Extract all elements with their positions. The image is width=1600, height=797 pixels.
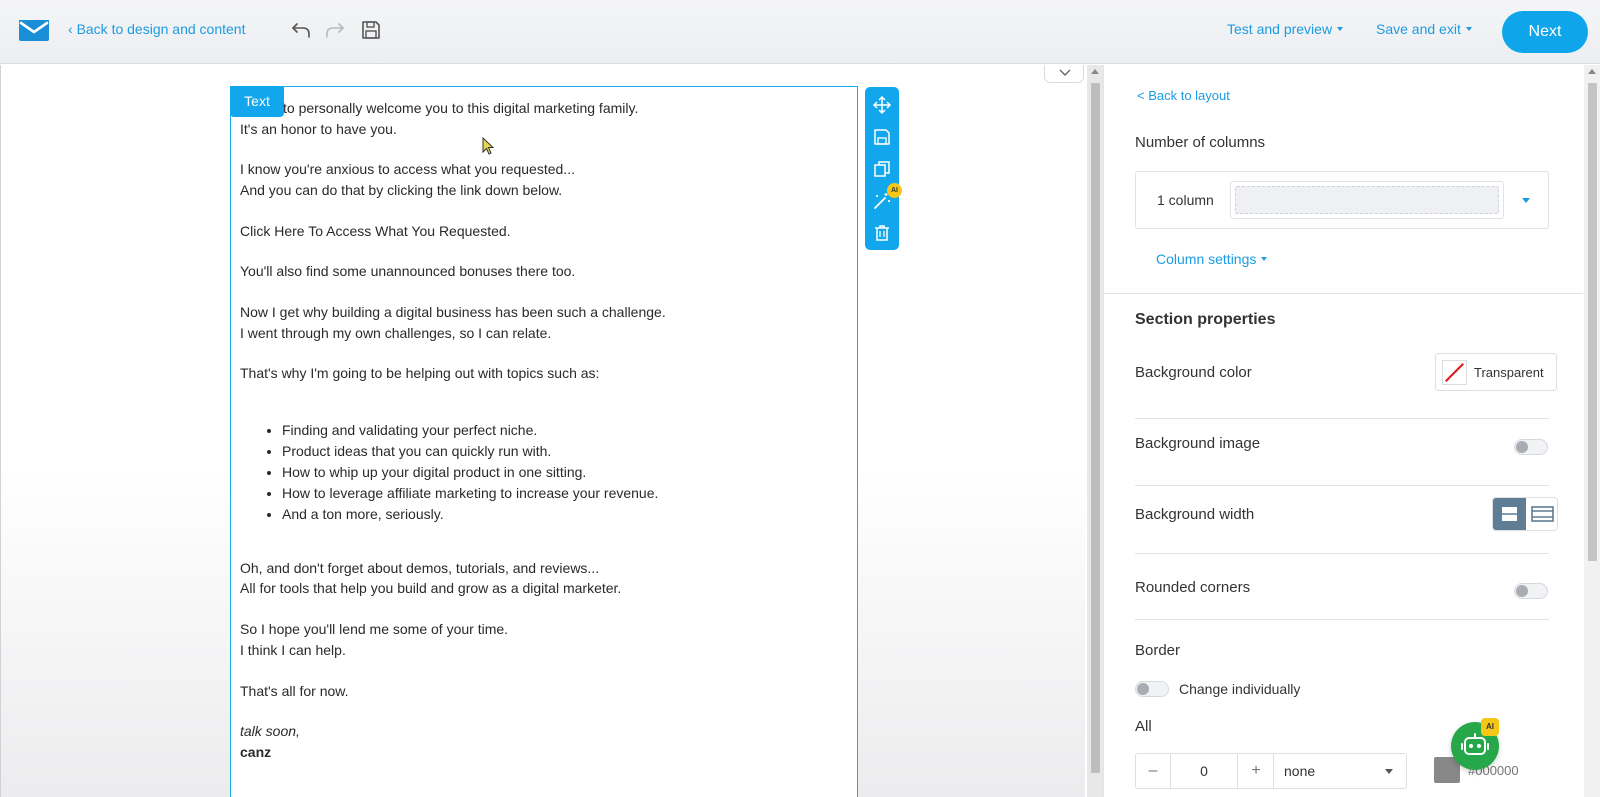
back-to-design-link[interactable]: ‹ Back to design and content — [68, 21, 245, 37]
ai-badge: AI — [887, 183, 902, 198]
row-divider — [1135, 418, 1549, 419]
columns-value: 1 column — [1157, 192, 1214, 208]
full-width-icon[interactable] — [1526, 498, 1558, 530]
transparent-swatch-icon — [1442, 360, 1467, 385]
paragraph: So I hope you'll lend me some of your ti… — [240, 621, 509, 658]
ai-assistant-button[interactable]: AI — [1451, 718, 1499, 770]
scroll-up-icon[interactable] — [1091, 69, 1099, 74]
border-style-select[interactable]: none — [1273, 754, 1407, 788]
signature-name: canz — [240, 743, 272, 760]
paragraph: to personally welcome you to this digita… — [283, 100, 639, 116]
canvas-edge — [0, 65, 1, 797]
list-item: And a ton more, seriously. — [282, 504, 840, 525]
topic-list: Finding and validating your perfect nich… — [282, 420, 840, 525]
background-image-label: Background image — [1135, 435, 1261, 452]
background-color-picker[interactable]: Transparent — [1435, 353, 1557, 391]
email-body-text[interactable]: to personally welcome you to this digita… — [240, 98, 840, 783]
list-item: How to whip up your digital product in o… — [282, 462, 840, 483]
canvas-scrollbar[interactable] — [1087, 65, 1103, 797]
background-color-label: Background color — [1135, 364, 1252, 381]
paragraph: I know you're anxious to access what you… — [240, 161, 575, 198]
caret-down-icon — [1465, 27, 1472, 31]
paragraph: Now I get why building a digital busines… — [240, 304, 666, 341]
list-item: How to leverage affiliate marketing to i… — [282, 483, 840, 504]
rounded-corners-label: Rounded corners — [1135, 579, 1251, 596]
paragraph: That's all for now. — [240, 682, 349, 699]
caret-down-icon — [1261, 257, 1268, 261]
undo-icon[interactable] — [289, 18, 313, 42]
save-and-exit-menu[interactable]: Save and exit — [1376, 21, 1472, 37]
paragraph: It's an honor to have you. — [240, 120, 397, 137]
top-bar: ‹ Back to design and content Test and pr… — [0, 0, 1600, 64]
scroll-up-icon[interactable] — [1588, 69, 1596, 74]
section-properties-heading: Section properties — [1135, 311, 1276, 328]
save-icon[interactable] — [359, 18, 383, 42]
row-divider — [1135, 619, 1549, 620]
chevron-left-icon: ‹ — [68, 21, 77, 37]
border-width-stepper: – 0 + none — [1135, 753, 1407, 789]
redo-icon[interactable] — [323, 18, 347, 42]
back-to-layout-link[interactable]: < Back to layout — [1137, 88, 1230, 103]
section-divider — [1104, 293, 1583, 294]
signature: talk soon, canz — [240, 721, 840, 762]
decrement-button[interactable]: – — [1136, 754, 1170, 788]
paragraph: You'll also find some unannounced bonuse… — [240, 263, 576, 280]
envelope-logo-icon[interactable] — [18, 18, 50, 42]
email-canvas: Text to personally welcome you to this d… — [0, 65, 1085, 797]
rounded-corners-toggle[interactable] — [1514, 583, 1548, 599]
columns-selector[interactable]: 1 column — [1135, 171, 1549, 229]
border-all-label: All — [1135, 718, 1152, 735]
mouse-pointer-icon — [482, 137, 495, 155]
next-button[interactable]: Next — [1502, 11, 1588, 53]
caret-down-icon[interactable] — [1522, 198, 1530, 203]
column-layout-preview — [1230, 181, 1504, 219]
ai-badge: AI — [1481, 718, 1499, 736]
list-item: Product ideas that you can quickly run w… — [282, 441, 840, 462]
change-individually-label: Change individually — [1179, 681, 1301, 697]
increment-button[interactable]: + — [1239, 754, 1273, 788]
signoff-text: talk soon, — [240, 723, 300, 740]
change-individually-toggle[interactable] — [1135, 681, 1169, 697]
trash-icon[interactable] — [872, 223, 892, 243]
panel-scrollbar[interactable] — [1584, 65, 1600, 797]
background-width-selector[interactable] — [1492, 497, 1558, 531]
border-label: Border — [1135, 642, 1181, 659]
collapse-toolbar-tab[interactable] — [1044, 65, 1084, 83]
background-width-label: Background width — [1135, 506, 1255, 523]
scrollbar-thumb[interactable] — [1091, 83, 1100, 773]
chevron-down-icon — [1059, 69, 1071, 76]
caret-down-icon — [1337, 27, 1344, 31]
paragraph: Oh, and don't forget about demos, tutori… — [240, 559, 622, 597]
paragraph: That's why I'm going to be helping out w… — [240, 365, 600, 382]
duplicate-icon[interactable] — [872, 159, 892, 179]
save-block-icon[interactable] — [872, 127, 892, 147]
list-item: Finding and validating your perfect nich… — [282, 420, 840, 441]
block-toolbar: AI — [865, 87, 902, 250]
number-of-columns-label: Number of columns — [1135, 134, 1266, 151]
scrollbar-thumb[interactable] — [1588, 83, 1597, 561]
settings-panel: < Back to layout Number of columns 1 col… — [1103, 65, 1583, 797]
border-width-input[interactable]: 0 — [1170, 754, 1238, 788]
caret-down-icon — [1385, 769, 1393, 774]
column-settings-link[interactable]: Column settings — [1156, 251, 1268, 267]
move-icon[interactable] — [872, 95, 892, 115]
background-image-toggle[interactable] — [1514, 439, 1548, 455]
row-divider — [1135, 553, 1549, 554]
content-width-icon[interactable] — [1493, 498, 1526, 530]
row-divider — [1135, 485, 1549, 486]
cta-link-text[interactable]: Click Here To Access What You Requested. — [240, 221, 840, 242]
test-and-preview-menu[interactable]: Test and preview — [1227, 21, 1344, 37]
